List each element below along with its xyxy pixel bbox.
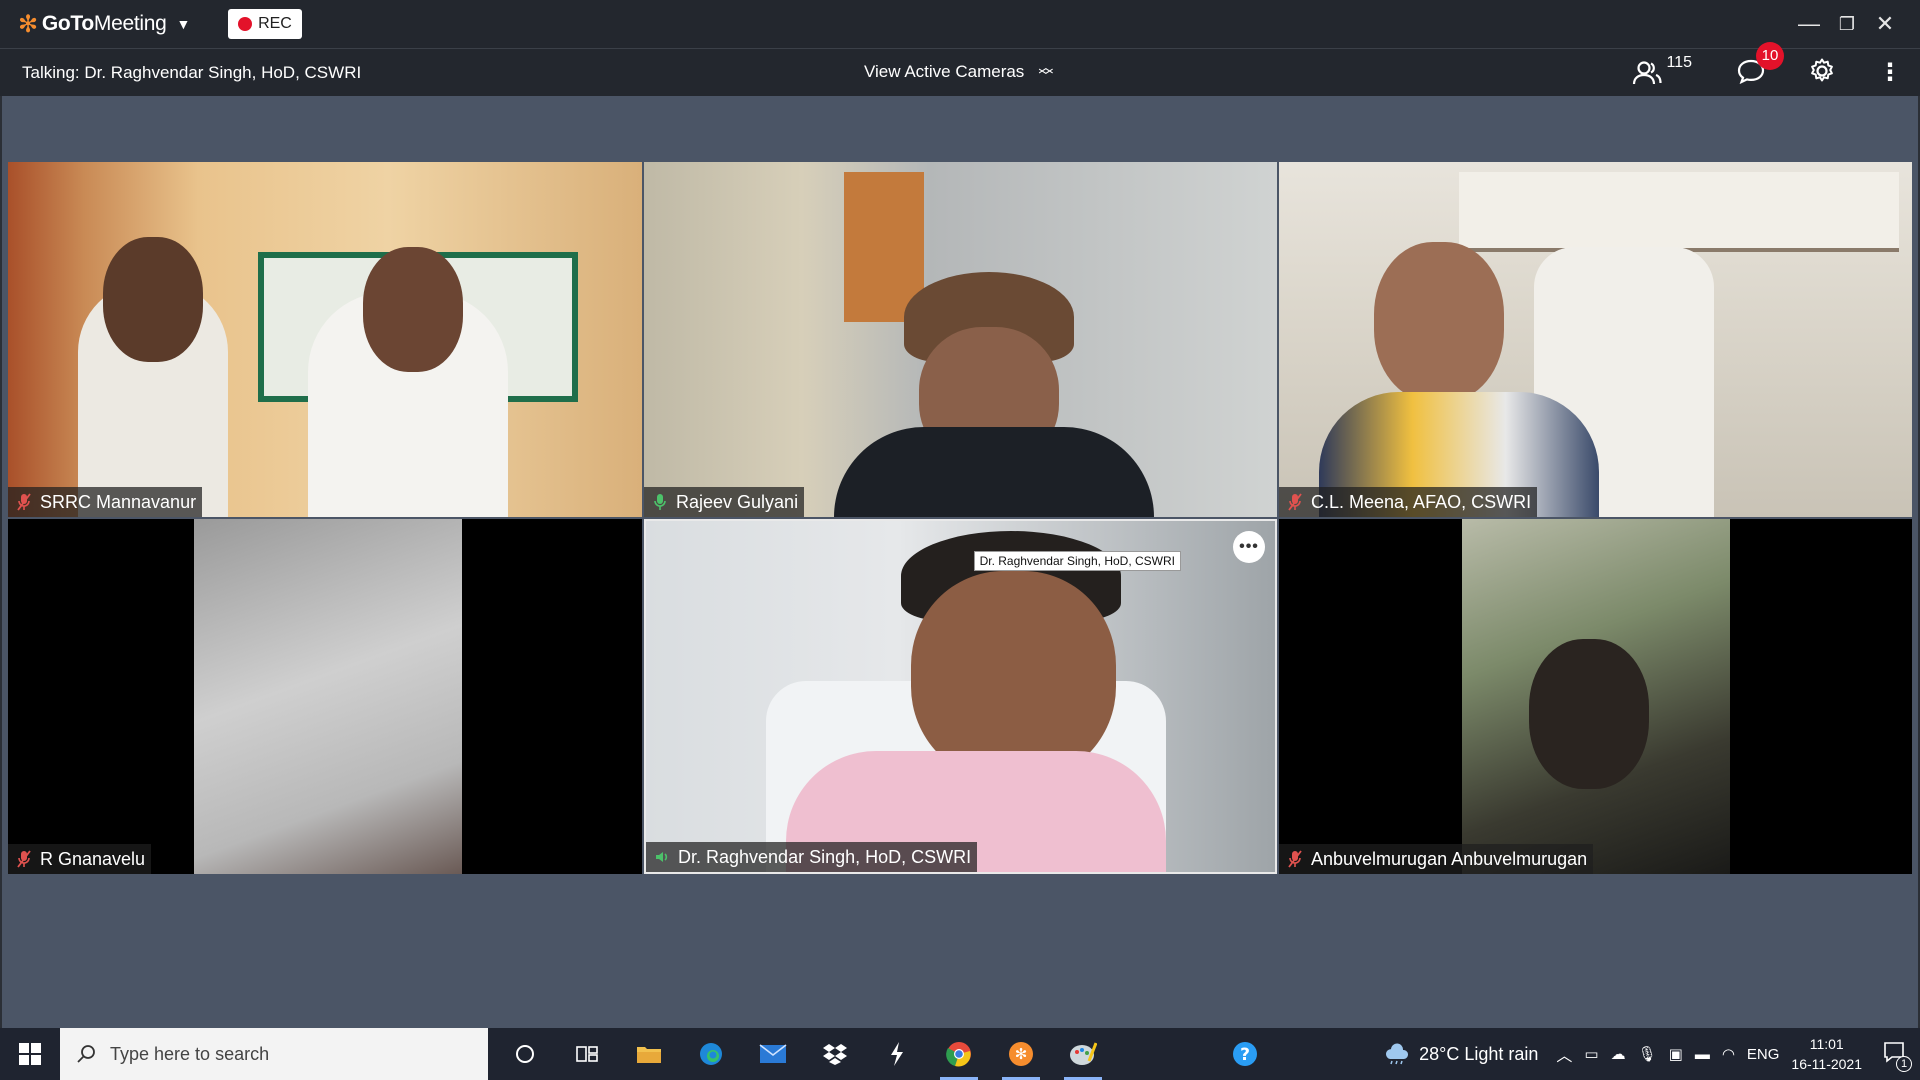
video-stage: SRRC Mannavanur Rajeev Gulyani C.L. Meen…: [2, 96, 1918, 1028]
search-icon: [77, 1045, 95, 1063]
mic-muted-icon: [16, 850, 32, 868]
view-cameras-label: View Active Cameras: [864, 62, 1025, 81]
participant-name: Anbuvelmurugan Anbuvelmurugan: [1311, 848, 1588, 869]
participant-nametag: Rajeev Gulyani: [644, 487, 805, 517]
chevron-up-icon[interactable]: ︿: [1556, 1042, 1572, 1066]
file-explorer-icon[interactable]: [618, 1028, 680, 1080]
brand-meeting: Meeting: [93, 12, 167, 35]
attendees-button[interactable]: 115: [1632, 54, 1692, 86]
microphone-icon[interactable]: 🎙: [1638, 1045, 1657, 1063]
speaker-tooltip: Dr. Raghvendar Singh, HoD, CSWRI: [973, 551, 1181, 571]
participant-name: Dr. Raghvendar Singh, HoD, CSWRI: [678, 846, 972, 867]
notification-count: 1: [1896, 1056, 1912, 1072]
notification-center-button[interactable]: 1: [1882, 1040, 1912, 1072]
edge-browser-icon[interactable]: [680, 1028, 742, 1080]
meeting-toolbar: Talking: Dr. Raghvendar Singh, HoD, CSWR…: [0, 41, 1920, 97]
close-button[interactable]: ✕: [1866, 11, 1904, 37]
video-tile-rajeev-gulyani[interactable]: Rajeev Gulyani: [644, 162, 1277, 517]
system-tray: 28°C Light rain ︿ ▭ ☁ 🎙 ▣ ▬ ◠ ENG 11:01 …: [1383, 1028, 1920, 1080]
rain-cloud-icon: [1386, 1043, 1409, 1065]
record-dot-icon: [238, 17, 253, 31]
chat-button[interactable]: 10: [1736, 41, 1784, 89]
participant-nametag: R Gnanavelu: [8, 844, 152, 874]
language-indicator[interactable]: ENG: [1747, 1046, 1780, 1063]
cortana-icon[interactable]: [494, 1028, 556, 1080]
meet-now-icon[interactable]: ▭: [1584, 1045, 1598, 1063]
help-icon[interactable]: ?: [1214, 1028, 1276, 1080]
mic-muted-icon: [16, 493, 32, 511]
video-tile-anbuvelmurugan[interactable]: Anbuvelmurugan Anbuvelmurugan: [1279, 519, 1912, 874]
weather-text: 28°C Light rain: [1419, 1043, 1539, 1064]
view-active-cameras-button[interactable]: View Active Cameras ︿ ﹀: [864, 59, 1054, 85]
settings-button[interactable]: [1808, 57, 1836, 90]
gear-icon: [1811, 58, 1833, 81]
participant-name: Rajeev Gulyani: [676, 491, 799, 512]
svg-text:✻: ✻: [1015, 1045, 1028, 1063]
chrome-icon[interactable]: [928, 1028, 990, 1080]
task-view-icon[interactable]: [556, 1028, 618, 1080]
mic-muted-icon: [1287, 493, 1303, 511]
mic-muted-icon: [1287, 850, 1303, 868]
mic-on-icon: [652, 493, 668, 511]
participant-name: R Gnanavelu: [40, 848, 146, 869]
video-tile-r-gnanavelu[interactable]: R Gnanavelu: [8, 519, 642, 874]
participant-nametag: SRRC Mannavanur: [8, 487, 203, 517]
taskbar-apps: ✻ ?: [494, 1028, 1276, 1080]
participant-nametag: Anbuvelmurugan Anbuvelmurugan: [1279, 844, 1594, 874]
rec-label: REC: [258, 15, 292, 32]
svg-text:?: ?: [1240, 1045, 1250, 1065]
clock-date: 16-11-2021: [1791, 1056, 1862, 1072]
clock-time: 11:01: [1809, 1036, 1844, 1052]
up-down-chevron-icon: ︿ ﹀: [1038, 59, 1054, 85]
participant-name: C.L. Meena, AFAO, CSWRI: [1311, 491, 1532, 512]
video-tile-raghvendar-singh[interactable]: Dr. Raghvendar Singh, HoD, CSWRI ••• Dr.…: [644, 519, 1277, 874]
title-bar: ✻ GoTo Meeting ▼ REC — ❐ ✕: [0, 0, 1920, 48]
restore-button[interactable]: ❐: [1828, 14, 1866, 35]
paint-icon[interactable]: [1052, 1028, 1114, 1080]
video-tile-cl-meena[interactable]: C.L. Meena, AFAO, CSWRI: [1279, 162, 1912, 517]
video-tile-srrc-mannavanur[interactable]: SRRC Mannavanur: [8, 162, 642, 517]
brand-goto: GoTo: [41, 12, 94, 35]
speaker-active-icon: [654, 848, 670, 866]
window-controls: — ❐ ✕: [1790, 0, 1920, 48]
participant-nametag: C.L. Meena, AFAO, CSWRI: [1279, 487, 1538, 517]
recording-badge[interactable]: REC: [228, 9, 302, 39]
taskbar-search-box[interactable]: Type here to search: [60, 1028, 488, 1080]
gotomeeting-app-icon[interactable]: ✻: [990, 1028, 1052, 1080]
onedrive-cloud-icon[interactable]: ☁: [1611, 1045, 1626, 1063]
more-options-icon[interactable]: ⋮: [1878, 61, 1902, 85]
mail-icon[interactable]: [742, 1028, 804, 1080]
toolbar-right: 115 10 ⋮: [1632, 41, 1902, 97]
clock[interactable]: 11:01 16-11-2021: [1791, 1034, 1862, 1074]
start-button[interactable]: [0, 1028, 60, 1080]
display-icon[interactable]: ▣: [1669, 1045, 1683, 1063]
participant-name: SRRC Mannavanur: [40, 491, 197, 512]
wifi-icon[interactable]: ◠: [1722, 1045, 1735, 1063]
participant-nametag: Dr. Raghvendar Singh, HoD, CSWRI: [646, 842, 978, 872]
minimize-button[interactable]: —: [1790, 11, 1828, 37]
battery-icon[interactable]: ▬: [1695, 1046, 1710, 1063]
gotomeeting-logo[interactable]: ✻ GoTo Meeting ▼: [18, 10, 190, 39]
windows-logo-icon: [19, 1043, 41, 1065]
lightning-app-icon[interactable]: [866, 1028, 928, 1080]
attendee-count: 115: [1666, 54, 1692, 71]
chat-unread-badge: 10: [1756, 41, 1784, 70]
people-icon: [1633, 61, 1663, 85]
talking-indicator: Talking: Dr. Raghvendar Singh, HoD, CSWR…: [22, 63, 362, 82]
dropbox-icon[interactable]: [804, 1028, 866, 1080]
flower-icon: ✻: [18, 10, 38, 38]
tile-more-options-button[interactable]: •••: [1233, 531, 1265, 563]
windows-taskbar: Type here to search ✻ ? 28°C Light rain …: [0, 1028, 1920, 1080]
weather-widget[interactable]: 28°C Light rain: [1383, 1043, 1538, 1065]
search-placeholder: Type here to search: [110, 1043, 270, 1064]
chevron-down-icon[interactable]: ▼: [177, 16, 191, 32]
